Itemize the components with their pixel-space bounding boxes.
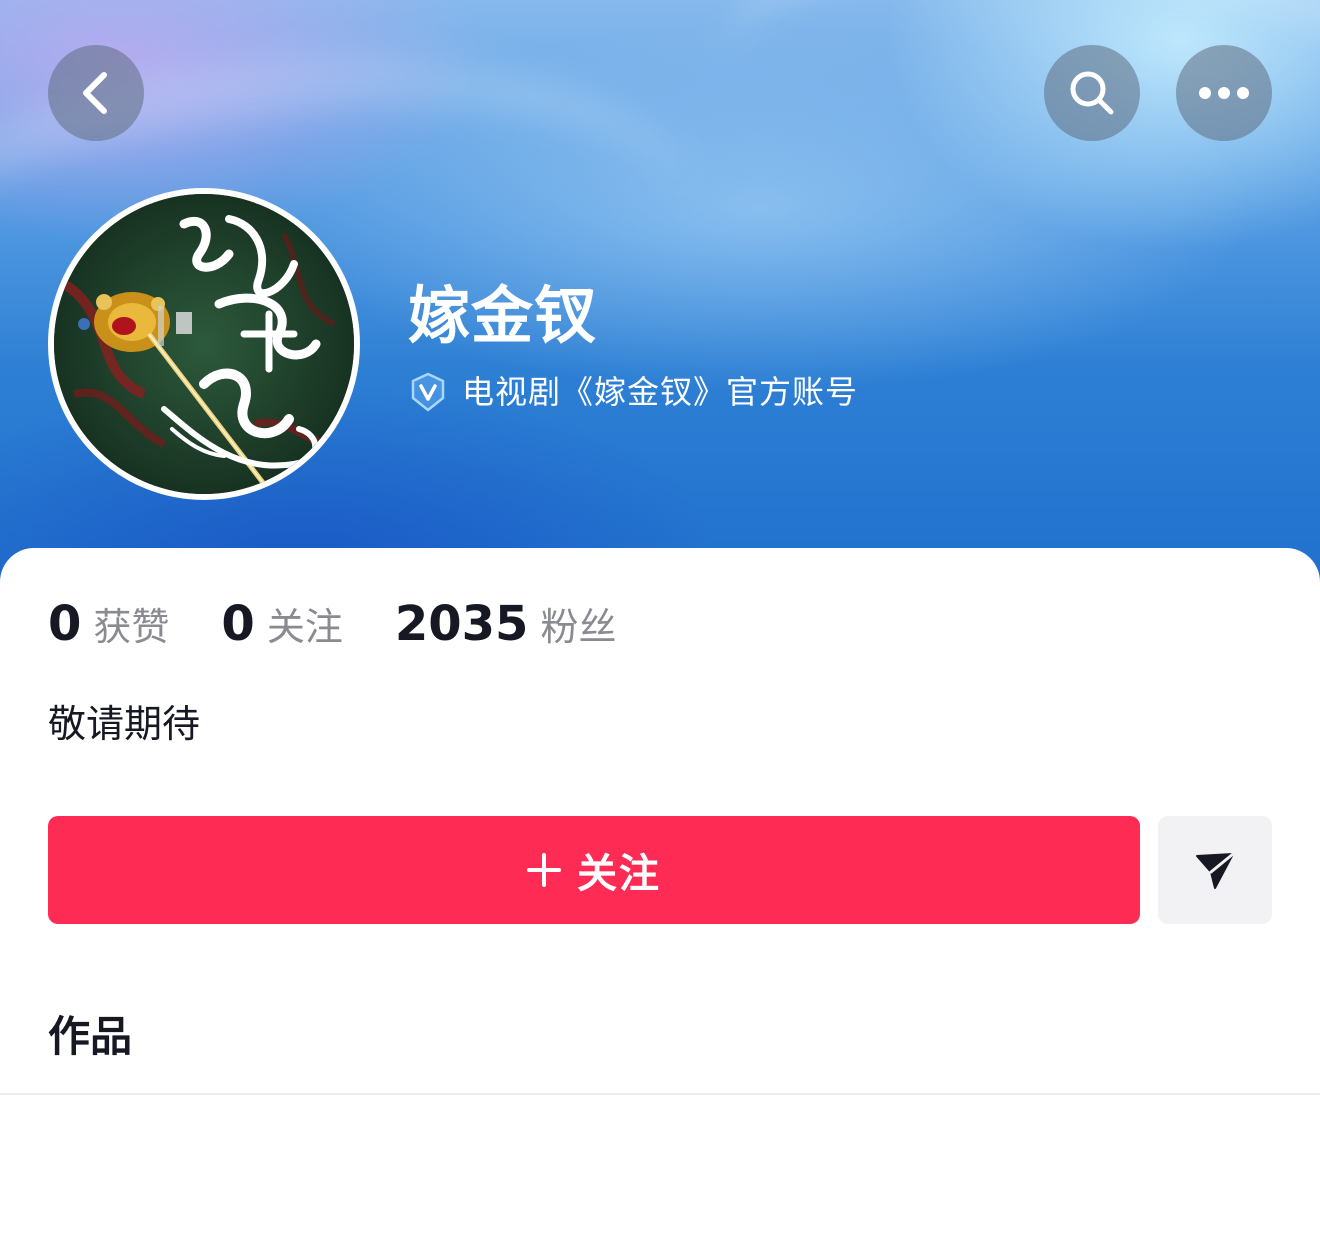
send-message-button[interactable] [1158, 816, 1272, 924]
stats-row: 0 获赞 0 关注 2035 粉丝 [48, 596, 668, 656]
stat-likes[interactable]: 0 获赞 [48, 596, 169, 652]
profile-name: 嫁金钗 [408, 279, 598, 352]
stat-followers-value: 2035 [394, 596, 529, 652]
verification-row: 电视剧《嫁金钗》官方账号 [408, 370, 858, 414]
poster-avatar [54, 194, 354, 494]
more-button[interactable] [1176, 45, 1272, 141]
avatar[interactable] [48, 188, 360, 500]
more-horizontal-icon [1199, 87, 1249, 99]
send-icon [1196, 852, 1235, 889]
profile-bio: 敬请期待 [48, 702, 201, 746]
verified-badge-icon [411, 372, 445, 412]
stat-likes-value: 0 [48, 596, 82, 652]
stat-following[interactable]: 0 关注 [221, 596, 342, 652]
stat-likes-label: 获赞 [93, 605, 170, 649]
follow-button-label: 关注 [577, 851, 661, 897]
stat-following-value: 0 [221, 596, 255, 652]
works-section-title[interactable]: 作品 [48, 1010, 132, 1064]
search-button[interactable] [1044, 45, 1140, 141]
stat-followers[interactable]: 2035 粉丝 [395, 596, 617, 652]
search-icon [1070, 71, 1114, 115]
plus-icon [527, 853, 561, 887]
back-button[interactable] [48, 45, 144, 141]
stat-followers-label: 粉丝 [540, 605, 617, 649]
follow-button[interactable]: 关注 [48, 816, 1140, 924]
stat-following-label: 关注 [266, 605, 343, 649]
chevron-left-icon [83, 72, 107, 114]
verification-text: 电视剧《嫁金钗》官方账号 [462, 373, 859, 411]
section-divider [0, 1093, 1320, 1095]
